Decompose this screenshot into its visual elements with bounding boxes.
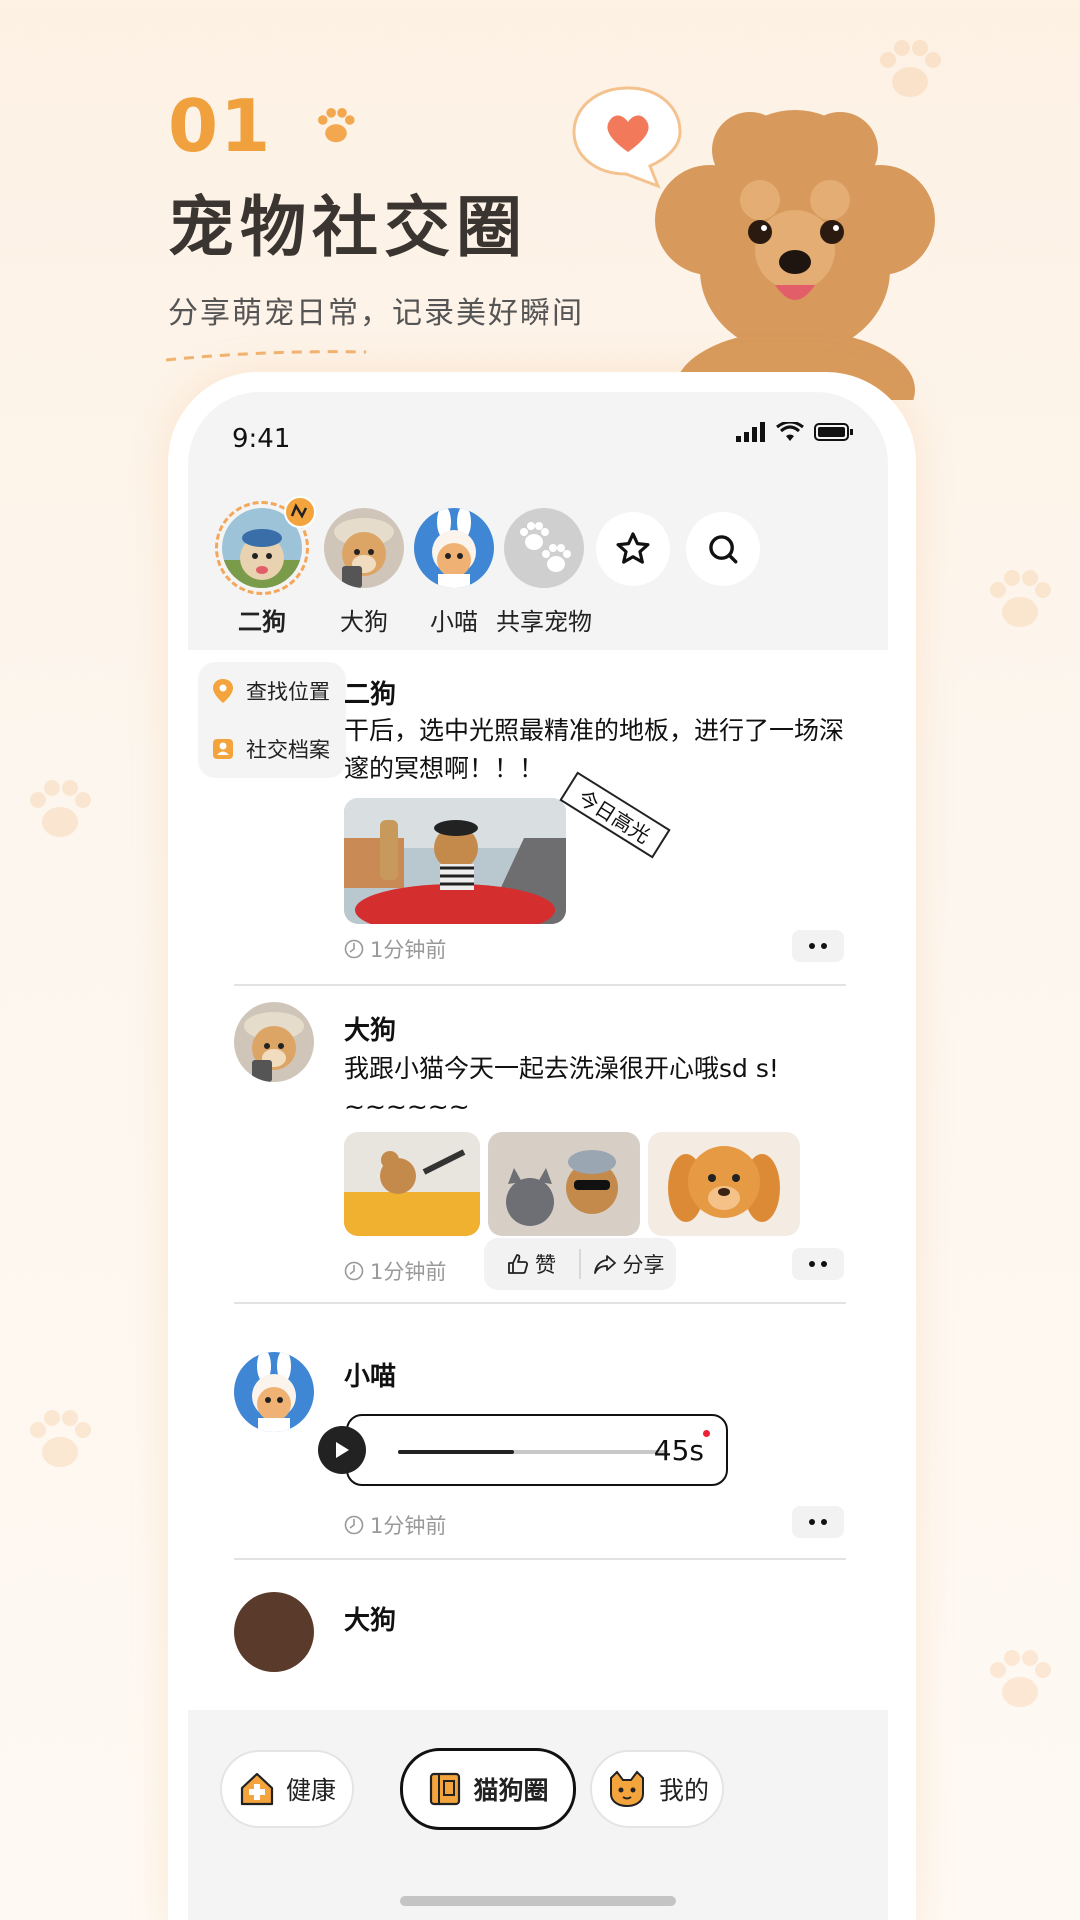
pet-name: 二狗 xyxy=(238,608,286,636)
post-author[interactable]: 大狗 xyxy=(344,1600,396,1637)
share-arrow-icon xyxy=(593,1255,616,1274)
pet-avatar-dagou[interactable]: 大狗 xyxy=(324,508,404,637)
nav-mine[interactable]: 我的 xyxy=(590,1750,724,1828)
side-menu: 查找位置 社交档案 xyxy=(198,662,346,778)
home-indicator[interactable] xyxy=(400,1896,676,1906)
phone-screen: 9:41 二狗 大狗 小喵 共享宠物 查找位置 社交档案 二狗 干后，选中光照最… xyxy=(188,392,888,1920)
clock-icon xyxy=(344,939,364,959)
hero-title: 宠物社交圈 xyxy=(168,189,528,266)
profile-card-icon xyxy=(213,739,233,759)
status-time: 9:41 xyxy=(232,424,291,454)
play-button[interactable] xyxy=(318,1426,366,1474)
nav-health[interactable]: 健康 xyxy=(220,1750,354,1828)
like-button[interactable]: 赞 xyxy=(484,1249,579,1279)
thumbs-up-icon xyxy=(508,1254,529,1274)
signal-icon xyxy=(736,422,765,442)
cat-face-icon xyxy=(609,1770,644,1808)
health-house-icon xyxy=(240,1772,274,1806)
hero-subtitle: 分享萌宠日常，记录美好瞬间 xyxy=(168,296,584,331)
nav-pet-circle[interactable]: 猫狗圈 xyxy=(400,1748,576,1830)
paw-icon xyxy=(318,108,355,143)
post-author[interactable]: 小喵 xyxy=(344,1356,396,1393)
post-image[interactable] xyxy=(648,1132,800,1236)
dashed-divider xyxy=(166,350,366,362)
poodle-dog-illustration xyxy=(655,110,935,400)
avatar xyxy=(504,508,584,588)
post-image[interactable] xyxy=(344,1132,480,1236)
clock-icon xyxy=(344,1515,364,1535)
paw-decoration-icon xyxy=(990,570,1051,627)
avatar xyxy=(324,508,404,588)
search-icon xyxy=(709,535,738,564)
voice-message: 45s xyxy=(318,1414,728,1486)
avatar xyxy=(414,508,494,588)
post-time: 1分钟前 xyxy=(344,934,446,964)
pet-avatar-xiaomiao[interactable]: 小喵 xyxy=(414,508,494,637)
pet-circle-book-icon xyxy=(430,1772,461,1806)
pet-name: 小喵 xyxy=(430,608,478,636)
share-button[interactable]: 分享 xyxy=(581,1249,676,1279)
more-button[interactable] xyxy=(792,930,844,962)
pet-name: 共享宠物 xyxy=(496,608,592,636)
paw-decoration-icon xyxy=(880,40,941,97)
post-image[interactable] xyxy=(344,798,566,924)
search-button[interactable] xyxy=(686,512,760,586)
section-number: 01 xyxy=(168,84,273,168)
voice-duration: 45s xyxy=(653,1434,704,1467)
paw-decoration-icon xyxy=(30,780,91,837)
divider xyxy=(234,1302,846,1304)
voice-progress-track[interactable] xyxy=(398,1450,668,1454)
battery-icon xyxy=(814,423,853,441)
social-profile-label: 社交档案 xyxy=(246,738,330,762)
voice-progress-fill xyxy=(398,1450,515,1454)
post-time: 1分钟前 xyxy=(344,1510,446,1540)
bottom-nav: 健康 猫狗圈 我的 xyxy=(188,1710,888,1920)
post-author[interactable]: 二狗 xyxy=(344,674,396,711)
post-author[interactable]: 大狗 xyxy=(344,1010,396,1047)
play-icon xyxy=(336,1442,349,1458)
more-button[interactable] xyxy=(792,1506,844,1538)
paw-decoration-icon xyxy=(990,1650,1051,1707)
paw-icon xyxy=(520,522,571,572)
favorites-button[interactable] xyxy=(596,512,670,586)
avatar[interactable] xyxy=(234,1352,314,1432)
find-location-label: 查找位置 xyxy=(246,680,330,704)
clock-icon xyxy=(344,1261,364,1281)
post-text: 干后，选中光照最精准的地板，进行了一场深邃的冥想啊！！！ xyxy=(344,716,845,783)
social-profile-button[interactable]: 社交档案 xyxy=(198,720,346,778)
divider xyxy=(234,984,846,986)
unread-dot xyxy=(703,1430,710,1437)
activity-badge-icon xyxy=(284,496,316,528)
avatar[interactable] xyxy=(234,1592,314,1672)
pet-avatar-shared[interactable]: 共享宠物 xyxy=(496,508,592,637)
star-icon xyxy=(616,532,650,564)
divider xyxy=(234,1558,846,1560)
post-time: 1分钟前 xyxy=(344,1256,446,1286)
pet-name: 大狗 xyxy=(340,608,388,636)
pet-switcher-area: 9:41 二狗 大狗 小喵 共享宠物 xyxy=(188,392,888,650)
more-button[interactable] xyxy=(792,1248,844,1280)
post-image[interactable] xyxy=(488,1132,640,1236)
status-icons xyxy=(736,422,854,442)
hero-header: 01 宠物社交圈 分享萌宠日常，记录美好瞬间 xyxy=(168,84,584,332)
action-popover: 赞 分享 xyxy=(484,1238,676,1290)
avatar[interactable] xyxy=(234,1002,314,1082)
find-location-button[interactable]: 查找位置 xyxy=(198,662,346,720)
wifi-icon xyxy=(776,422,804,441)
pet-avatar-ergou[interactable]: 二狗 xyxy=(215,496,316,637)
paw-decoration-icon xyxy=(30,1410,91,1467)
post-text: 我跟小猫今天一起去洗澡很开心哦sd s! ~~~~~~ xyxy=(344,1054,779,1121)
location-pin-icon xyxy=(213,679,233,703)
